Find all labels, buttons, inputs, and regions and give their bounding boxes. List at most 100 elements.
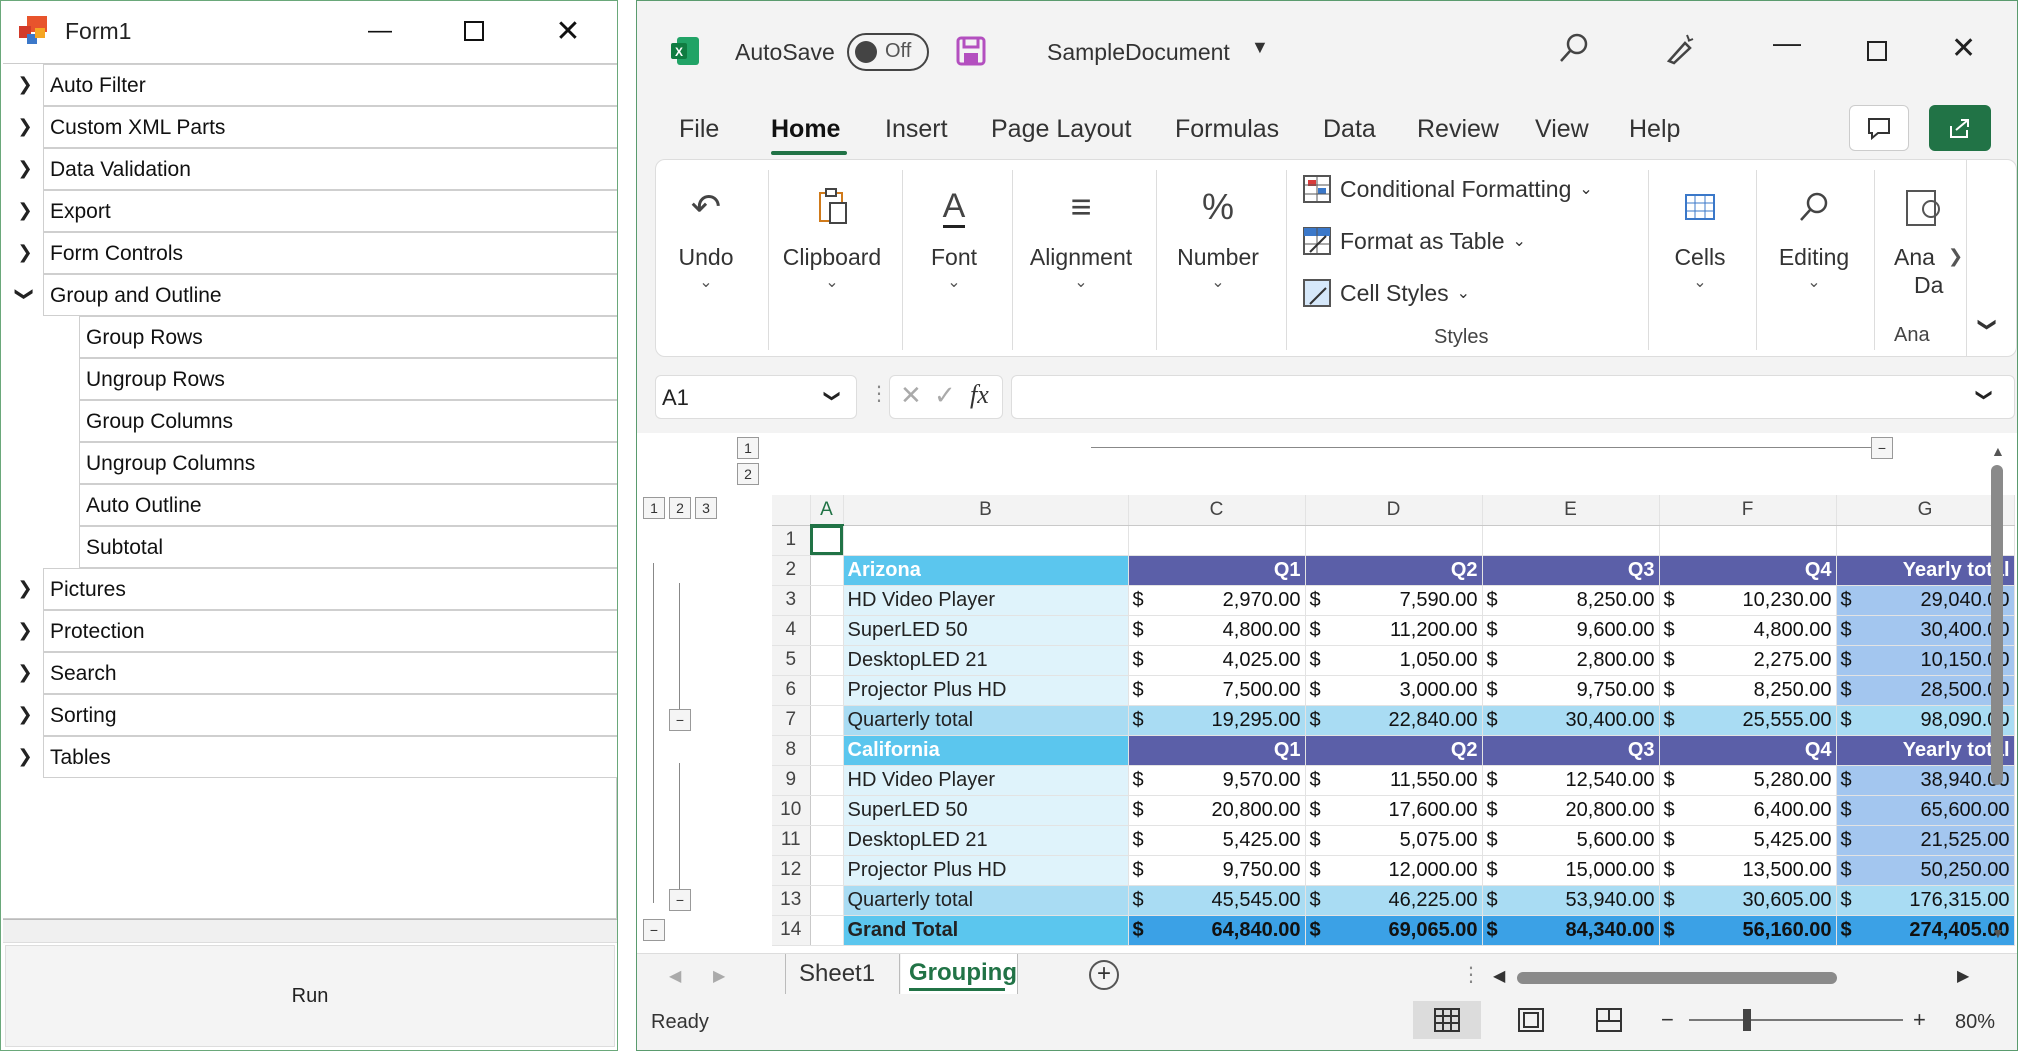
tab-splitter-icon[interactable]: ⋮: [1461, 962, 1481, 987]
chevron-right-icon[interactable]: ❯: [15, 620, 35, 640]
row-header[interactable]: 1: [772, 525, 811, 556]
cell-value[interactable]: $9,750.00: [1482, 675, 1660, 706]
editing-button[interactable]: Editing ⌄: [1760, 160, 1868, 356]
cell-value[interactable]: $6,400.00: [1659, 795, 1837, 826]
col-collapse-button[interactable]: −: [1871, 437, 1893, 459]
row-header[interactable]: 11: [772, 825, 811, 856]
cell-value[interactable]: $22,840.00: [1305, 705, 1483, 736]
row-header[interactable]: 5: [772, 645, 811, 676]
cell-a[interactable]: [810, 615, 844, 646]
cell-label[interactable]: Projector Plus HD: [843, 675, 1129, 706]
cancel-icon[interactable]: ✕: [900, 380, 922, 411]
cell-value[interactable]: $20,800.00: [1128, 795, 1306, 826]
column-header[interactable]: B: [843, 495, 1129, 526]
check-icon[interactable]: ✓: [934, 380, 956, 411]
cell-value[interactable]: $2,800.00: [1482, 645, 1660, 676]
share-button[interactable]: [1929, 105, 1991, 151]
row-header[interactable]: 10: [772, 795, 811, 826]
close-icon[interactable]: ✕: [1951, 31, 1976, 66]
zoom-slider-thumb[interactable]: [1743, 1009, 1751, 1031]
cell-value[interactable]: $8,250.00: [1659, 675, 1837, 706]
cell-value[interactable]: $10,230.00: [1659, 585, 1837, 616]
tab-insert[interactable]: Insert: [885, 115, 948, 144]
cell-a[interactable]: [810, 855, 844, 886]
cell-value[interactable]: $7,500.00: [1128, 675, 1306, 706]
run-button[interactable]: Run: [5, 945, 615, 1047]
cell-label[interactable]: Quarterly total: [843, 885, 1129, 916]
cell-value[interactable]: $15,000.00: [1482, 855, 1660, 886]
cell-value[interactable]: $12,000.00: [1305, 855, 1483, 886]
document-name[interactable]: SampleDocument: [1047, 39, 1230, 66]
cell-value[interactable]: [1128, 525, 1306, 556]
save-icon[interactable]: [955, 35, 987, 67]
sheet-tab-sheet1[interactable]: Sheet1: [799, 960, 875, 988]
cell-value[interactable]: $5,425.00: [1659, 825, 1837, 856]
tab-file[interactable]: File: [679, 115, 719, 144]
tab-review[interactable]: Review: [1417, 115, 1499, 144]
samples-treeview[interactable]: ❯ Auto Filter ❯ Custom XML Parts ❯ Data Val…: [3, 63, 617, 919]
tab-formulas[interactable]: Formulas: [1175, 115, 1279, 144]
cell-value[interactable]: $4,800.00: [1128, 615, 1306, 646]
scroll-right-icon[interactable]: ▶: [1957, 966, 1969, 986]
row-header[interactable]: 14: [772, 915, 811, 946]
cell-label[interactable]: California: [843, 735, 1129, 766]
chevron-down-icon[interactable]: ❯: [15, 284, 36, 304]
chevron-right-icon[interactable]: ❯: [15, 242, 35, 262]
cell-label[interactable]: Quarterly total: [843, 705, 1129, 736]
chevron-right-icon[interactable]: ❯: [15, 704, 35, 724]
cell-value[interactable]: $13,500.00: [1659, 855, 1837, 886]
zoom-slider[interactable]: [1689, 1019, 1903, 1021]
zoom-level[interactable]: 80%: [1955, 1011, 1995, 1034]
tab-page-layout[interactable]: Page Layout: [991, 115, 1131, 144]
chevron-right-icon[interactable]: ❯: [15, 74, 35, 94]
row-header[interactable]: 2: [772, 555, 811, 586]
cell-value[interactable]: $20,800.00: [1482, 795, 1660, 826]
autosave-toggle[interactable]: Off: [847, 33, 929, 71]
cell-value[interactable]: $1,050.00: [1305, 645, 1483, 676]
cell-a[interactable]: [810, 705, 844, 736]
tab-help[interactable]: Help: [1629, 115, 1680, 144]
analyze-data-button[interactable]: Ana Da Ana: [1880, 160, 1956, 356]
cell-styles-button[interactable]: Cell Styles ⌄: [1302, 278, 1470, 308]
next-sheet-icon[interactable]: ▶: [713, 966, 725, 986]
tab-home[interactable]: Home: [771, 115, 840, 144]
cell-value[interactable]: $9,600.00: [1482, 615, 1660, 646]
scroll-up-icon[interactable]: ▲: [1991, 443, 2005, 459]
cell-value[interactable]: $19,295.00: [1128, 705, 1306, 736]
cell-value[interactable]: $53,940.00: [1482, 885, 1660, 916]
cell-label[interactable]: Grand Total: [843, 915, 1129, 946]
chevron-right-icon[interactable]: ❯: [15, 578, 35, 598]
cell-value[interactable]: $5,425.00: [1128, 825, 1306, 856]
cell-value[interactable]: $5,280.00: [1659, 765, 1837, 796]
column-header[interactable]: D: [1305, 495, 1483, 526]
maximize-button[interactable]: [427, 1, 521, 61]
format-as-table-button[interactable]: Format as Table ⌄: [1302, 226, 1526, 256]
cell-value[interactable]: $9,570.00: [1128, 765, 1306, 796]
splitter[interactable]: [3, 919, 617, 943]
close-button[interactable]: ✕: [521, 1, 615, 61]
name-box[interactable]: A1 ❯: [655, 375, 857, 419]
cell-value[interactable]: [1659, 525, 1837, 556]
maximize-icon[interactable]: [1867, 41, 1887, 61]
cell-value[interactable]: $3,000.00: [1305, 675, 1483, 706]
cell-value[interactable]: $25,555.00: [1659, 705, 1837, 736]
zoom-in-icon[interactable]: +: [1913, 1007, 1926, 1033]
cell-a[interactable]: [810, 795, 844, 826]
fx-icon[interactable]: fx: [970, 380, 989, 410]
expand-formula-icon[interactable]: ❯: [1975, 388, 1995, 401]
cell-value[interactable]: $2,970.00: [1128, 585, 1306, 616]
minimize-icon[interactable]: —: [1773, 27, 1801, 59]
cell-value[interactable]: $5,600.00: [1482, 825, 1660, 856]
chevron-right-icon[interactable]: ❯: [15, 158, 35, 178]
cell-value[interactable]: $84,340.00: [1482, 915, 1660, 946]
undo-button[interactable]: ↶ Undo ⌄: [664, 160, 748, 356]
cell-label[interactable]: SuperLED 50: [843, 795, 1129, 826]
cell-grid[interactable]: A B C D E F G 1 2 Arizona Q1 Q2 Q3 Q4 Yearly total 3 HD …: [772, 495, 2015, 946]
row-collapse-button[interactable]: −: [643, 919, 665, 941]
formula-input[interactable]: ❯: [1011, 375, 2015, 419]
cell-value[interactable]: $5,075.00: [1305, 825, 1483, 856]
cell-value[interactable]: $17,600.00: [1305, 795, 1483, 826]
column-header[interactable]: C: [1128, 495, 1306, 526]
row-outline-level-3[interactable]: 3: [695, 497, 717, 519]
cell-label[interactable]: Projector Plus HD: [843, 855, 1129, 886]
